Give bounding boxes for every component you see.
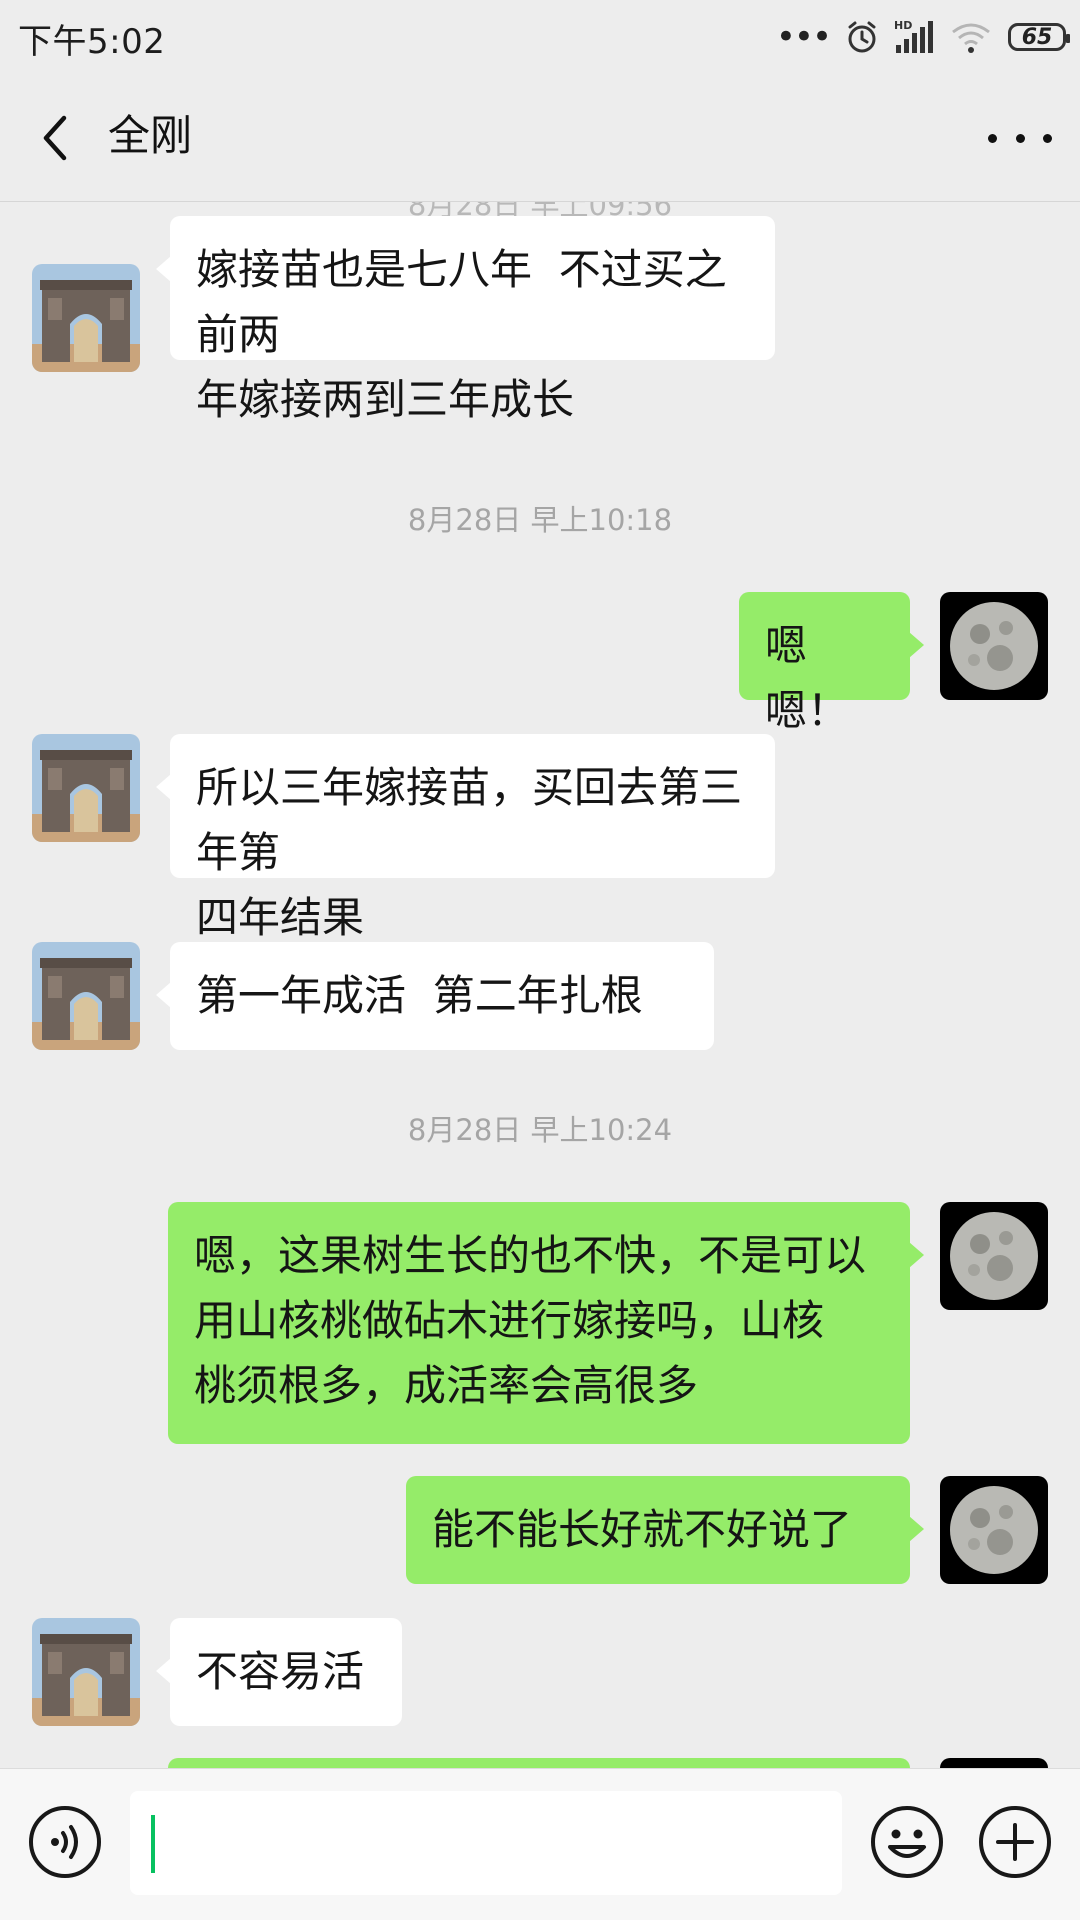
chat-title: 全刚 [108, 111, 193, 160]
message-bubble-incoming[interactable]: 所以三年嫁接苗，买回去第三年第 四年结果 [156, 734, 775, 942]
text-caret [151, 1815, 155, 1873]
more-horizontal-icon[interactable] [988, 112, 1052, 164]
user-avatar[interactable] [940, 1758, 1048, 1768]
alarm-icon [848, 21, 876, 53]
contact-avatar[interactable] [32, 942, 140, 1050]
message-bubble-outgoing[interactable]: 能不能长好就不好说了 [406, 1476, 924, 1584]
message-bubble-outgoing[interactable]: 嗯嗯！ [739, 592, 924, 735]
user-avatar[interactable] [940, 592, 1048, 700]
status-icons: ••• HD 65 [775, 14, 1070, 60]
contact-avatar[interactable] [32, 1618, 140, 1726]
emoji-icon[interactable] [870, 1805, 944, 1879]
battery-level: 65 [1021, 24, 1053, 50]
input-bar [0, 1768, 1080, 1920]
battery-icon: 65 [1008, 23, 1070, 51]
voice-icon[interactable] [28, 1805, 102, 1879]
message-bubble-incoming[interactable]: 不容易活 [156, 1618, 402, 1726]
wifi-icon [952, 23, 990, 53]
contact-avatar[interactable] [32, 734, 140, 842]
timestamp: 8月28日 早上10:24 [407, 1113, 673, 1147]
message-bubble-incoming[interactable]: 第一年成活 第二年扎根 [156, 942, 714, 1050]
plus-circle-icon[interactable] [978, 1805, 1052, 1879]
svg-text:HD: HD [894, 19, 912, 32]
more-dots-icon: ••• [775, 17, 832, 57]
message-input[interactable] [130, 1791, 842, 1895]
message-list[interactable]: 8月28日 早上09:56 嫁接苗也是七八年 不过买之前两 年嫁接两到三年成长 … [0, 202, 1080, 1768]
user-avatar[interactable] [940, 1476, 1048, 1584]
status-time: 下午5:02 [18, 22, 166, 62]
status-bar: 下午5:02 ••• HD 65 [0, 0, 1080, 76]
user-avatar[interactable] [940, 1202, 1048, 1310]
timestamp: 8月28日 早上10:18 [407, 503, 673, 537]
chevron-left-icon[interactable] [30, 110, 86, 166]
chat-header: 全刚 [0, 76, 1080, 202]
message-bubble-outgoing-partial[interactable] [168, 1758, 910, 1768]
chat-screen: 下午5:02 ••• HD 65 全刚 8月28日 早上09:56 嫁接苗也是七… [0, 0, 1080, 1920]
hd-signal-icon: HD [894, 19, 933, 53]
message-bubble-outgoing[interactable]: 嗯，这果树生长的也不快，不是可以 用山核桃做砧木进行嫁接吗，山核 桃须根多，成活… [168, 1202, 924, 1444]
contact-avatar[interactable] [32, 264, 140, 372]
message-bubble-incoming[interactable]: 嫁接苗也是七八年 不过买之前两 年嫁接两到三年成长 [156, 216, 775, 424]
